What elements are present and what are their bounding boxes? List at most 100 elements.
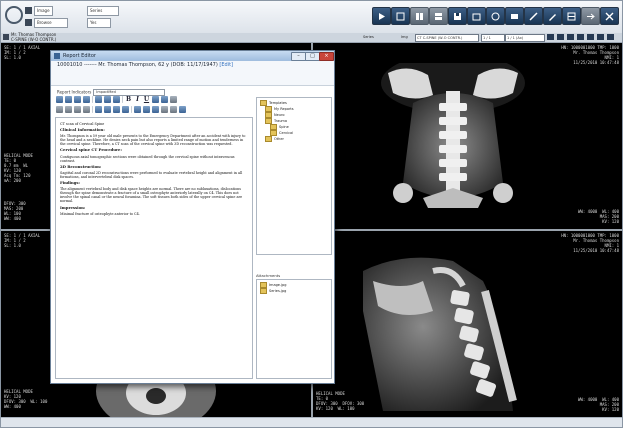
align-center-icon[interactable]	[65, 106, 72, 113]
section-text: The alignment vertebral body and disk sp…	[60, 187, 243, 204]
view-field[interactable]: 1 / 1 (Ax)	[505, 34, 545, 42]
tree-label: Neuro	[274, 112, 285, 117]
edit-link[interactable]: [Edit]	[219, 62, 233, 68]
close-button[interactable]	[600, 7, 619, 25]
template-dropdown[interactable]: ImpactMed	[93, 89, 166, 96]
series-label: Series	[363, 35, 374, 39]
tree-label: Cervical	[279, 130, 294, 135]
coronal-scan-image	[381, 63, 525, 208]
nav-first-icon[interactable]	[547, 34, 554, 40]
image-select[interactable]: Image	[34, 5, 53, 16]
tool-button[interactable]	[524, 7, 543, 25]
maximize-button[interactable]: □	[305, 52, 320, 61]
underline-icon[interactable]: U	[143, 96, 150, 103]
file-icon	[260, 288, 267, 294]
open-icon[interactable]	[65, 96, 72, 103]
tool-icon-a[interactable]	[25, 7, 32, 14]
justify-icon[interactable]	[83, 106, 90, 113]
nav-menu-icon[interactable]	[607, 34, 614, 40]
tool-icon	[529, 11, 538, 21]
monitor-button[interactable]	[486, 7, 505, 25]
section-heading: 2D Reconstruction:	[60, 163, 102, 169]
align-right-icon[interactable]	[74, 106, 81, 113]
save-icon[interactable]	[74, 96, 81, 103]
cut-icon[interactable]	[95, 96, 102, 103]
layout2-icon	[435, 12, 442, 20]
toolbar-group-mid: Series Yes	[87, 5, 119, 28]
report-button[interactable]	[505, 7, 524, 25]
numbering-icon[interactable]	[104, 106, 111, 113]
save-icon	[454, 12, 461, 20]
nav-play-icon[interactable]	[567, 34, 574, 40]
patient-info: Mr. Thomas Thompson C-SPINE (W-O CONTR.)	[11, 32, 56, 42]
indent-icon[interactable]	[113, 106, 120, 113]
redo-icon[interactable]	[170, 106, 177, 113]
font-color-icon[interactable]	[152, 96, 159, 103]
monitor-icon	[491, 12, 500, 20]
nav-next-icon[interactable]	[577, 34, 584, 40]
index-field[interactable]: 1 / 1	[481, 34, 505, 42]
report-patient-name: 10001010 ------- Mr. Thomas Thompson, 62…	[57, 62, 218, 68]
series-select[interactable]: Series	[87, 5, 119, 16]
layers-button[interactable]	[562, 7, 581, 25]
series-field[interactable]: CT C-SPINE (W-O CONTR.)	[415, 34, 479, 42]
report-title-bar[interactable]: Report Editor – □ ×	[51, 51, 334, 61]
print-icon[interactable]	[83, 96, 90, 103]
main-toolbar: Image Browse Series Yes	[1, 1, 622, 34]
tree-item[interactable]: Other	[260, 136, 328, 142]
overlay-bl-topleft: SE: 1 / 1 AXIAL IM: 1 / 2 SL: 1.0	[4, 233, 41, 248]
pen-icon	[549, 13, 556, 21]
section-text: Sagittal and coronal 2D reconstructions …	[60, 170, 243, 179]
value-field[interactable]: Yes	[87, 17, 111, 28]
attachments-list: Image.jpg Series.jpg	[256, 279, 332, 379]
undo-icon[interactable]	[161, 106, 168, 113]
minimize-button[interactable]: –	[291, 52, 306, 61]
tree-label: My Reports	[274, 106, 294, 111]
section-heading: Findings:	[60, 180, 80, 186]
patient-bar: Mr. Thomas Thompson C-SPINE (W-O CONTR.) …	[1, 32, 622, 43]
window-button[interactable]	[467, 7, 486, 25]
layout2-button[interactable]	[429, 7, 448, 25]
outdent-icon[interactable]	[122, 106, 129, 113]
play-button[interactable]	[372, 7, 391, 25]
separator	[122, 96, 123, 103]
paste-icon[interactable]	[113, 96, 120, 103]
pen-button[interactable]	[543, 7, 562, 25]
save-button[interactable]	[448, 7, 467, 25]
grid-button[interactable]	[391, 7, 410, 25]
copy-icon[interactable]	[104, 96, 111, 103]
sign-icon[interactable]	[179, 106, 186, 113]
export-button[interactable]	[581, 7, 600, 25]
bold-icon[interactable]: B	[125, 96, 132, 103]
overlay-bl-bottomleft: HELICAL MODE KV: 120 DFOV: 300 WL: 100 W…	[4, 389, 48, 409]
viewport-bottom-right[interactable]: HN: 1000001000 TMP: 1000 Mr. Thomas Thom…	[313, 231, 622, 417]
report-icon	[511, 13, 518, 19]
overlay-tr-topright: HN: 1000001000 TMP: 1000 Mr. Thomas Thom…	[561, 45, 619, 65]
table-icon[interactable]	[134, 106, 141, 113]
viewport-top-right[interactable]: HN: 1000001000 TMP: 1000 Mr. Thomas Thom…	[313, 43, 622, 229]
toolbar-group-left: Image Browse	[25, 5, 68, 28]
separator	[92, 106, 93, 113]
tool-icon-b[interactable]	[25, 19, 32, 26]
highlight-icon[interactable]	[161, 96, 168, 103]
doc-title: CT scan of Cervical Spine	[60, 122, 105, 126]
attachment-label: Image.jpg	[269, 282, 287, 287]
nav-prev-icon[interactable]	[557, 34, 564, 40]
nav-grid-icon[interactable]	[597, 34, 604, 40]
align-left-icon[interactable]	[56, 106, 63, 113]
new-icon[interactable]	[56, 96, 63, 103]
attachment-item[interactable]: Series.jpg	[260, 288, 328, 294]
link-icon[interactable]	[143, 106, 150, 113]
nav-last-icon[interactable]	[587, 34, 594, 40]
close-button[interactable]: ×	[319, 52, 334, 61]
italic-icon[interactable]: I	[134, 96, 141, 103]
section-heading: Impression:	[60, 204, 86, 210]
image-insert-icon[interactable]	[170, 96, 177, 103]
browse-select[interactable]: Browse	[34, 17, 68, 28]
layout-button[interactable]	[410, 7, 429, 25]
grid-icon	[396, 12, 405, 20]
report-document[interactable]: CT scan of Cervical Spine Clinical Infor…	[55, 117, 253, 379]
tree-label: Templates	[269, 100, 287, 105]
spellcheck-icon[interactable]	[152, 106, 159, 113]
bullets-icon[interactable]	[95, 106, 102, 113]
